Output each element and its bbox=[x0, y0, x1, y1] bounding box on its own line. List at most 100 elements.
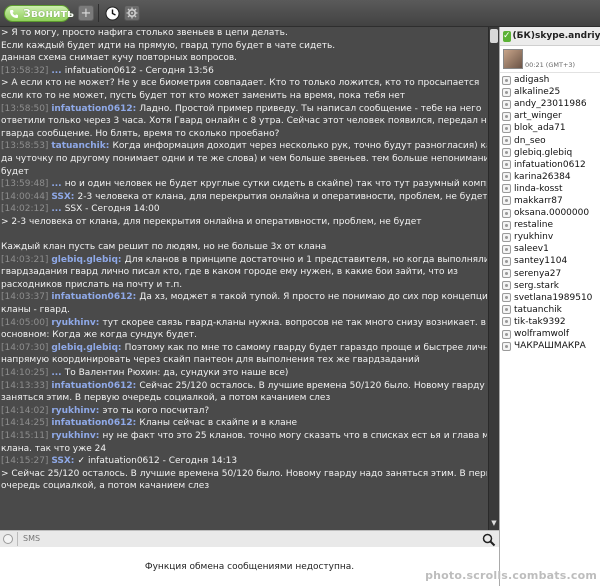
message-author[interactable]: glebiq.glebiq: bbox=[51, 255, 124, 265]
chat-line: расходников прислать на почту и т.п. bbox=[0, 279, 487, 292]
contact-item[interactable]: alkaline25 bbox=[500, 86, 600, 98]
contact-name: art_winger bbox=[514, 111, 562, 122]
contact-status-icon bbox=[502, 256, 511, 266]
avatar[interactable] bbox=[503, 49, 523, 69]
contact-item[interactable]: svetlana1989510 bbox=[500, 292, 600, 304]
contact-item[interactable]: tik-tak9392 bbox=[500, 316, 600, 328]
message-text: будет bbox=[1, 166, 29, 177]
message-input-bar bbox=[0, 530, 499, 547]
watermark: photo.scrolls.combats.com bbox=[425, 569, 597, 582]
search-icon[interactable] bbox=[482, 532, 496, 547]
contact-name: linda-kosst bbox=[514, 183, 563, 194]
contact-item[interactable]: ЧАКРАШМАКРА bbox=[500, 340, 600, 352]
contact-status-icon bbox=[502, 196, 511, 206]
contact-item[interactable]: makkarr87 bbox=[500, 195, 600, 207]
scroll-down-icon[interactable]: ▼ bbox=[490, 518, 498, 528]
chat-messages: > Я то могу, просто нафига столько звень… bbox=[0, 27, 487, 493]
message-author[interactable]: infatuation0612: bbox=[51, 104, 139, 114]
message-text: если кто то не может, пусть будет тот кт… bbox=[1, 90, 406, 101]
message-timestamp: [14:03:37] bbox=[1, 292, 52, 303]
contact-item[interactable]: adigash bbox=[500, 74, 600, 86]
contact-item[interactable]: wolframwolf bbox=[500, 328, 600, 340]
chat-line: основном: Когда же когда сундук будет. bbox=[0, 329, 487, 342]
contact-item[interactable]: linda-kosst bbox=[500, 183, 600, 195]
contact-item[interactable]: andy_23011986 bbox=[500, 98, 600, 110]
contact-name: makkarr87 bbox=[514, 195, 563, 206]
contacts-header[interactable]: ✓ (БК)skype.andriy1 bbox=[500, 27, 600, 46]
message-timestamp: [14:07:30] bbox=[1, 342, 52, 353]
quote-marker: ... bbox=[51, 368, 65, 379]
contact-name: blok_ada71 bbox=[514, 123, 566, 134]
message-timestamp: [14:02:12] bbox=[1, 204, 52, 215]
contact-item[interactable]: blok_ada71 bbox=[500, 122, 600, 134]
chat-line: [14:02:12] ... SSX - Сегодня 14:00 bbox=[0, 203, 487, 216]
sms-input[interactable] bbox=[21, 532, 482, 546]
message-author[interactable]: ryukhinv: bbox=[51, 431, 102, 441]
message-timestamp: [14:15:11] bbox=[1, 431, 52, 441]
contact-name: infatuation0612 bbox=[514, 159, 586, 170]
contact-item[interactable]: karina26384 bbox=[500, 171, 600, 183]
call-button-label: Звонить bbox=[23, 7, 74, 20]
message-author[interactable]: infatuation0612: bbox=[51, 292, 139, 302]
contact-item[interactable]: santey1104 bbox=[500, 255, 600, 267]
contact-item[interactable]: restaline bbox=[500, 219, 600, 231]
contact-item[interactable]: saleev1 bbox=[500, 243, 600, 255]
message-text: клана. так что уже 24 bbox=[1, 443, 107, 454]
message-author[interactable]: SSX: bbox=[51, 456, 77, 466]
message-author[interactable]: ryukhinv: bbox=[51, 406, 102, 416]
message-text: Для кланов в принципе достаточно и 1 пре… bbox=[124, 254, 487, 265]
chat-history[interactable]: > Я то могу, просто нафига столько звень… bbox=[0, 27, 487, 530]
chat-line: [14:00:44] SSX: 2-3 человека от клана, д… bbox=[0, 191, 487, 204]
message-text: infatuation0612 - Сегодня 13:56 bbox=[64, 65, 214, 76]
chat-line: гварда сообщение. Но блять, время то ско… bbox=[0, 128, 487, 141]
add-icon[interactable]: + bbox=[78, 5, 94, 21]
chat-line: [14:14:25] infatuation0612: Кланы сейчас… bbox=[0, 417, 487, 430]
contact-item[interactable]: oksana.0000000 bbox=[500, 207, 600, 219]
contact-item[interactable]: ryukhinv bbox=[500, 231, 600, 243]
clock-icon[interactable] bbox=[104, 5, 120, 21]
emoticon-icon[interactable] bbox=[3, 534, 13, 544]
chat-line: [14:07:30] glebiq.glebiq: Поэтому как по… bbox=[0, 342, 487, 355]
chat-line: данная схема снимает кучу повторных вопр… bbox=[0, 52, 487, 65]
profile[interactable]: 00:21 (GMT+3) bbox=[500, 46, 600, 73]
message-author[interactable]: tatuanchik: bbox=[51, 141, 112, 151]
contact-status-icon bbox=[502, 269, 511, 279]
contact-status-icon bbox=[502, 87, 511, 97]
contact-status-icon bbox=[502, 184, 511, 194]
local-time: 00:21 (GMT+3) bbox=[525, 61, 576, 69]
contact-status-icon bbox=[502, 293, 511, 303]
chat-line: [13:59:48] ... но и один человек не буде… bbox=[0, 178, 487, 191]
contact-item[interactable]: dn_seo bbox=[500, 134, 600, 146]
chat-line: заняться этим. В первую очередь социалко… bbox=[0, 392, 487, 405]
input-divider bbox=[17, 532, 18, 546]
quote-marker: ... bbox=[51, 179, 65, 190]
online-status-icon: ✓ bbox=[503, 30, 511, 42]
message-timestamp: [13:58:50] bbox=[1, 103, 52, 114]
contact-name: wolframwolf bbox=[514, 329, 570, 340]
scrollbar-thumb[interactable] bbox=[490, 29, 498, 43]
message-author[interactable]: ryukhinv: bbox=[51, 318, 102, 328]
message-timestamp: [13:59:48] bbox=[1, 179, 52, 190]
contact-status-icon bbox=[502, 172, 511, 182]
message-author[interactable]: glebiq.glebiq: bbox=[51, 343, 124, 353]
contact-item[interactable]: serenya27 bbox=[500, 268, 600, 280]
message-author[interactable]: infatuation0612: bbox=[51, 381, 139, 391]
chat-scrollbar[interactable]: ▼ bbox=[488, 27, 499, 530]
contact-status-icon bbox=[502, 75, 511, 85]
gear-icon[interactable] bbox=[124, 5, 140, 21]
contact-status-icon bbox=[502, 99, 511, 109]
contact-item[interactable]: glebiq.glebiq bbox=[500, 147, 600, 159]
message-text: Поэтому как по мне то самому гварду буде… bbox=[124, 342, 487, 353]
contact-item[interactable]: art_winger bbox=[500, 110, 600, 122]
message-text: заняться этим. В первую очередь социалко… bbox=[1, 393, 331, 404]
contact-status-icon bbox=[502, 220, 511, 230]
contact-item[interactable]: infatuation0612 bbox=[500, 159, 600, 171]
chat-line: [14:05:00] ryukhinv: тут скорее связь гв… bbox=[0, 317, 487, 330]
message-author[interactable]: infatuation0612: bbox=[51, 418, 139, 428]
message-author[interactable]: SSX: bbox=[51, 192, 77, 202]
check-icon: ✓ bbox=[77, 456, 88, 467]
contact-item[interactable]: serg.stark bbox=[500, 280, 600, 292]
call-button[interactable]: Звонить bbox=[4, 5, 74, 22]
message-text: Да хз, моджет я такой тупой. Я просто не… bbox=[139, 292, 487, 303]
contact-item[interactable]: tatuanchik bbox=[500, 304, 600, 316]
